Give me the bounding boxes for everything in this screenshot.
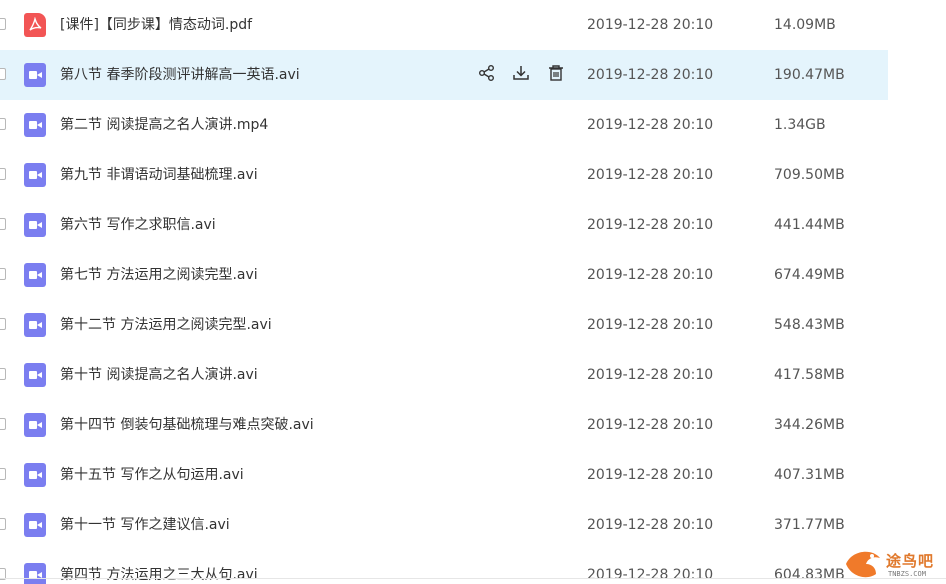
file-date: 2019-12-28 20:10 [587,467,714,483]
video-file-icon [24,363,46,387]
video-file-icon [24,113,46,137]
row-checkbox[interactable] [0,168,6,180]
file-name[interactable]: 第十节 阅读提高之名人演讲.avi [60,350,258,400]
file-date: 2019-12-28 20:10 [587,17,714,33]
row-checkbox[interactable] [0,18,6,30]
divider [0,578,946,579]
row-checkbox[interactable] [0,518,6,530]
file-name[interactable]: 第十四节 倒装句基础梳理与难点突破.avi [60,400,314,450]
file-size: 344.26MB [774,417,845,433]
file-name[interactable]: 第九节 非谓语动词基础梳理.avi [60,150,258,200]
file-row[interactable]: [课件]【同步课】情态动词.pdf 2019-12-28 20:10 14.09MB [0,0,888,50]
video-file-icon [24,563,46,584]
row-checkbox[interactable] [0,418,6,430]
file-size: 548.43MB [774,317,845,333]
video-file-icon [24,213,46,237]
delete-icon[interactable] [547,64,567,84]
file-row[interactable]: 第十四节 倒装句基础梳理与难点突破.avi 2019-12-28 20:10 344… [0,400,888,450]
row-checkbox[interactable] [0,468,6,480]
file-name[interactable]: 第十一节 写作之建议信.avi [60,500,230,550]
video-file-icon [24,463,46,487]
watermark: 途鸟吧 TNBZS.COM [842,544,942,584]
video-file-icon [24,313,46,337]
video-file-icon [24,263,46,287]
file-size: 407.31MB [774,467,845,483]
file-size: 709.50MB [774,167,845,183]
file-size: 14.09MB [774,17,836,33]
share-icon[interactable] [478,64,498,84]
file-date: 2019-12-28 20:10 [587,67,714,83]
file-name[interactable]: [课件]【同步课】情态动词.pdf [60,0,252,50]
file-size: 371.77MB [774,517,845,533]
video-file-icon [24,413,46,437]
file-date: 2019-12-28 20:10 [587,417,714,433]
file-name[interactable]: 第八节 春季阶段测评讲解高一英语.avi [60,50,300,100]
pdf-file-icon [24,13,46,37]
file-date: 2019-12-28 20:10 [587,167,714,183]
watermark-text: 途鸟吧 [886,552,935,570]
video-file-icon [24,513,46,537]
file-size: 1.34GB [774,117,826,133]
watermark-subtext: TNBZS.COM [888,570,926,578]
file-list: [课件]【同步课】情态动词.pdf 2019-12-28 20:10 14.09MB… [0,0,888,584]
file-row[interactable]: 第八节 春季阶段测评讲解高一英语.avi 2019-12-28 20:10 190.… [0,50,888,100]
row-checkbox[interactable] [0,118,6,130]
file-size: 190.47MB [774,67,845,83]
file-row[interactable]: 第十二节 方法运用之阅读完型.avi 2019-12-28 20:10 548.43… [0,300,888,350]
file-size: 441.44MB [774,217,845,233]
file-row[interactable]: 第十节 阅读提高之名人演讲.avi 2019-12-28 20:10 417.58M… [0,350,888,400]
row-checkbox[interactable] [0,268,6,280]
file-name[interactable]: 第十二节 方法运用之阅读完型.avi [60,300,272,350]
file-date: 2019-12-28 20:10 [587,117,714,133]
file-date: 2019-12-28 20:10 [587,317,714,333]
video-file-icon [24,163,46,187]
row-checkbox[interactable] [0,218,6,230]
row-checkbox[interactable] [0,368,6,380]
file-date: 2019-12-28 20:10 [587,367,714,383]
download-icon[interactable] [512,64,532,84]
file-row[interactable]: 第六节 写作之求职信.avi 2019-12-28 20:10 441.44MB [0,200,888,250]
file-date: 2019-12-28 20:10 [587,217,714,233]
file-row[interactable]: 第十五节 写作之从句运用.avi 2019-12-28 20:10 407.31MB [0,450,888,500]
file-date: 2019-12-28 20:10 [587,517,714,533]
row-checkbox[interactable] [0,318,6,330]
bird-logo-icon [846,551,880,578]
file-name[interactable]: 第七节 方法运用之阅读完型.avi [60,250,258,300]
file-date: 2019-12-28 20:10 [587,267,714,283]
row-checkbox[interactable] [0,68,6,80]
file-name[interactable]: 第二节 阅读提高之名人演讲.mp4 [60,100,268,150]
file-row[interactable]: 第九节 非谓语动词基础梳理.avi 2019-12-28 20:10 709.50M… [0,150,888,200]
video-file-icon [24,63,46,87]
file-row[interactable]: 第二节 阅读提高之名人演讲.mp4 2019-12-28 20:10 1.34GB [0,100,888,150]
file-row[interactable]: 第七节 方法运用之阅读完型.avi 2019-12-28 20:10 674.49M… [0,250,888,300]
file-size: 417.58MB [774,367,845,383]
file-name[interactable]: 第六节 写作之求职信.avi [60,200,216,250]
file-size: 674.49MB [774,267,845,283]
file-row[interactable]: 第十一节 写作之建议信.avi 2019-12-28 20:10 371.77MB [0,500,888,550]
file-name[interactable]: 第十五节 写作之从句运用.avi [60,450,244,500]
